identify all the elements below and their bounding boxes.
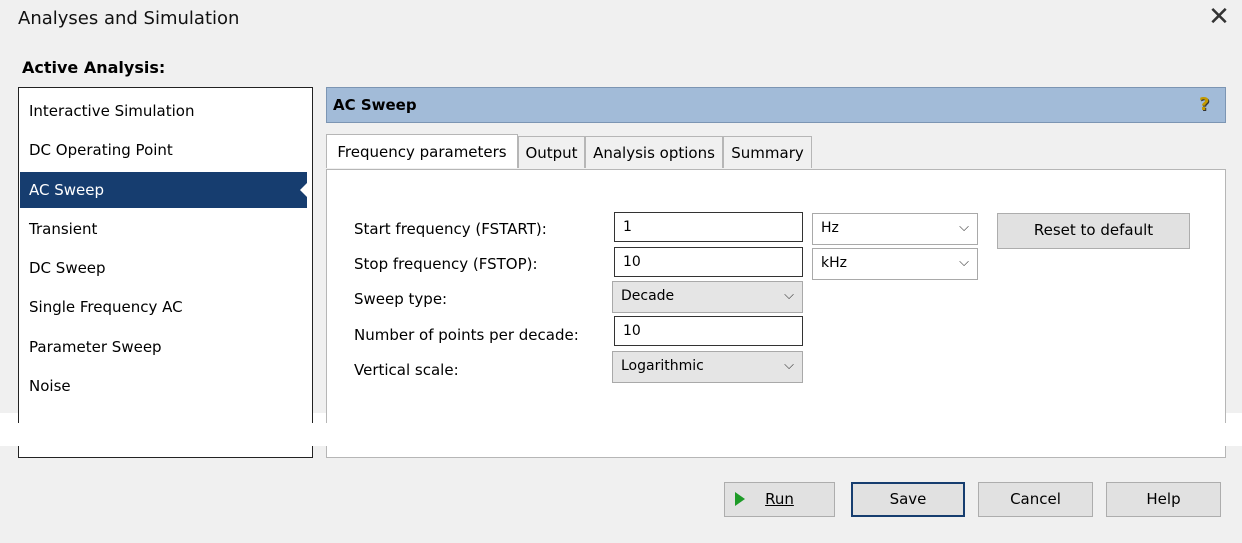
start-frequency-input[interactable]: 1 <box>614 212 803 242</box>
vertical-scale-label: Vertical scale: <box>354 361 459 379</box>
run-button[interactable]: Run <box>724 482 835 517</box>
select-value: kHz <box>821 255 847 271</box>
chevron-down-icon: ⌵ <box>784 358 794 373</box>
start-frequency-label: Start frequency (FSTART): <box>354 220 547 238</box>
chevron-down-icon: ⌵ <box>959 220 969 235</box>
panel-edge <box>1225 413 1226 423</box>
analysis-list-bottom <box>18 446 313 458</box>
tab-content-bottom <box>326 446 1226 458</box>
blank-band <box>0 413 1242 446</box>
vertical-scale-select[interactable]: Logarithmic ⌵ <box>612 351 803 383</box>
tab-summary[interactable]: Summary <box>723 136 812 168</box>
close-icon[interactable]: ✕ <box>1206 4 1232 30</box>
sweep-type-label: Sweep type: <box>354 290 448 308</box>
analysis-item-label: AC Sweep <box>29 181 105 199</box>
help-question-icon[interactable]: ? <box>1199 94 1217 116</box>
cancel-button[interactable]: Cancel <box>978 482 1093 517</box>
analysis-item-dc-operating-point[interactable]: DC Operating Point <box>20 132 307 168</box>
tab-output[interactable]: Output <box>518 136 585 168</box>
tab-frequency-parameters[interactable]: Frequency parameters <box>326 134 518 168</box>
analysis-item-single-frequency-ac[interactable]: Single Frequency AC <box>20 289 307 325</box>
analysis-item-ac-sweep[interactable]: AC Sweep <box>20 172 308 208</box>
analysis-item-dc-sweep[interactable]: DC Sweep <box>20 250 307 286</box>
analysis-item-noise[interactable]: Noise <box>20 368 307 404</box>
sweep-type-select[interactable]: Decade ⌵ <box>612 281 803 313</box>
points-per-decade-input[interactable]: 10 <box>614 316 803 346</box>
reset-to-default-button[interactable]: Reset to default <box>997 213 1190 249</box>
select-value: Hz <box>821 220 839 236</box>
list-edge <box>18 413 19 423</box>
save-button[interactable]: Save <box>851 482 965 517</box>
analysis-item-transient[interactable]: Transient <box>20 211 307 247</box>
list-edge <box>312 413 313 423</box>
window-title: Analyses and Simulation <box>18 8 240 29</box>
active-analysis-label: Active Analysis: <box>22 58 166 77</box>
panel-edge <box>326 413 327 423</box>
chevron-down-icon: ⌵ <box>959 255 969 270</box>
points-per-decade-label: Number of points per decade: <box>354 326 579 344</box>
help-button[interactable]: Help <box>1106 482 1221 517</box>
analysis-item-interactive-simulation[interactable]: Interactive Simulation <box>20 93 307 129</box>
stop-frequency-input[interactable]: 10 <box>614 247 803 277</box>
start-frequency-unit-select[interactable]: Hz ⌵ <box>812 213 978 245</box>
analysis-list: Interactive Simulation DC Operating Poin… <box>18 87 313 457</box>
select-value: Logarithmic <box>621 358 704 374</box>
chevron-down-icon: ⌵ <box>784 288 794 303</box>
panel-header: AC Sweep ? <box>326 87 1226 123</box>
selection-pointer-icon <box>300 182 308 198</box>
tab-analysis-options[interactable]: Analysis options <box>585 136 723 168</box>
stop-frequency-unit-select[interactable]: kHz ⌵ <box>812 248 978 280</box>
panel-title: AC Sweep <box>333 96 417 114</box>
analysis-item-parameter-sweep[interactable]: Parameter Sweep <box>20 329 307 365</box>
select-value: Decade <box>621 288 675 304</box>
stop-frequency-label: Stop frequency (FSTOP): <box>354 255 538 273</box>
play-icon <box>735 492 745 506</box>
run-button-label: Run <box>765 490 794 508</box>
